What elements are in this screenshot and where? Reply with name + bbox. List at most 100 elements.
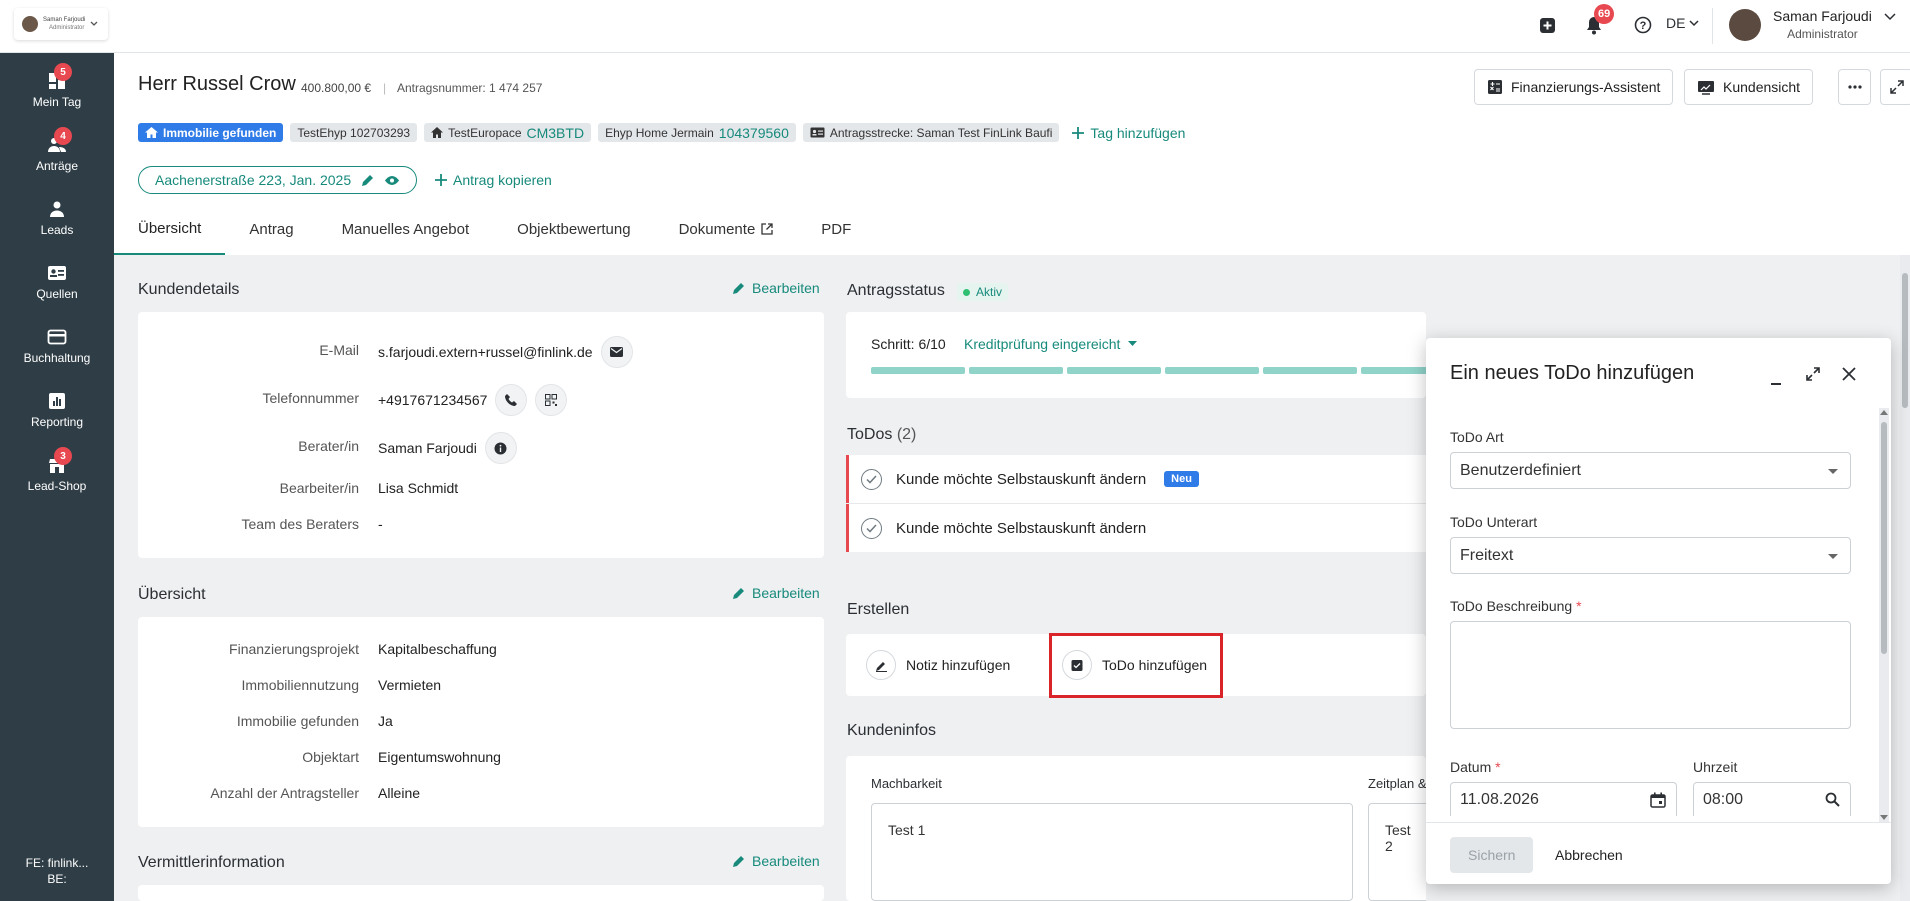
todo-type-select[interactable]: Benutzerdefiniert	[1450, 452, 1851, 489]
organization-switcher[interactable]: Saman Farjoudi Administrator	[14, 8, 108, 40]
todos-title: ToDos (2)	[847, 426, 916, 444]
sidebar-badge: 5	[54, 63, 72, 81]
add-todo-button[interactable]: ToDo hinzufügen	[1062, 650, 1207, 680]
complete-todo-checkbox[interactable]	[861, 517, 882, 539]
sidebar-item-reporting[interactable]: Reporting	[0, 373, 114, 437]
scroll-up-arrow-icon[interactable]	[1880, 410, 1888, 415]
org-name: Saman Farjoudi	[43, 17, 86, 23]
check-icon	[866, 523, 877, 533]
fullscreen-button[interactable]	[1880, 69, 1910, 105]
qr-code-button[interactable]	[535, 384, 568, 416]
sidebar-item-lead-shop[interactable]: Lead-Shop 3	[0, 437, 114, 501]
add-note-button[interactable]: Notiz hinzufügen	[866, 650, 1010, 680]
more-options-button[interactable]	[1838, 69, 1871, 105]
time-label: Uhrzeit	[1693, 759, 1738, 775]
tab-antrag[interactable]: Antrag	[225, 203, 317, 255]
tab-label: Objektbewertung	[517, 220, 631, 238]
schedule-textarea[interactable]: Test 2	[1368, 803, 1426, 901]
edit-overview-button[interactable]: Bearbeiten	[732, 585, 820, 601]
detail-row-processor: Bearbeiter/in Lisa Schmidt	[138, 480, 824, 500]
pencil-icon[interactable]	[361, 174, 374, 187]
tag-ehyp-home[interactable]: Ehyp Home Jermain 104379560	[598, 123, 796, 142]
tag-value: CM3BTD	[526, 124, 585, 141]
todo-subtype-select[interactable]: Freitext	[1450, 537, 1851, 574]
sidebar-item-buchhaltung[interactable]: Buchhaltung	[0, 309, 114, 373]
tag-testehyp[interactable]: TestEhyp 102703293	[290, 123, 418, 142]
user-menu[interactable]: Saman Farjoudi Administrator	[1729, 8, 1896, 41]
tab-uebersicht[interactable]: Übersicht	[114, 203, 226, 255]
tab-objektbewertung[interactable]: Objektbewertung	[493, 203, 654, 255]
scrollbar-thumb[interactable]	[1902, 273, 1908, 408]
help-icon[interactable]: ?	[1632, 14, 1654, 36]
step-dropdown[interactable]: Kreditprüfung eingereicht	[964, 336, 1138, 352]
date-input[interactable]: 11.08.2026	[1450, 782, 1677, 816]
complete-todo-checkbox[interactable]	[861, 468, 882, 490]
detail-label: Bearbeiter/in	[279, 480, 359, 496]
sidebar-item-quellen[interactable]: Quellen	[0, 245, 114, 309]
status-badge: Aktiv	[957, 283, 1009, 301]
edit-label: Bearbeiten	[752, 585, 820, 601]
overview-label: Anzahl der Antragsteller	[210, 785, 359, 801]
detail-label: Telefonnummer	[262, 390, 360, 406]
customer-view-button[interactable]: Kundensicht	[1684, 69, 1814, 105]
cancel-button[interactable]: Abbrechen	[1546, 837, 1632, 873]
time-input[interactable]: 08:00	[1693, 782, 1851, 816]
tag-testeuropace[interactable]: TestEuropace CM3BTD	[424, 123, 592, 142]
language-selector[interactable]: DE	[1666, 15, 1699, 31]
advisor-info-button[interactable]	[484, 432, 517, 464]
close-icon[interactable]	[1842, 367, 1856, 384]
add-tag-button[interactable]: Tag hinzufügen	[1072, 125, 1185, 141]
tag-route[interactable]: Antragsstrecke: Saman Test FinLink Baufi	[802, 123, 1060, 142]
sidebar-item-label: Buchhaltung	[23, 351, 91, 365]
dialog-scrollbar[interactable]	[1879, 408, 1889, 822]
sidebar-item-leads[interactable]: Leads	[0, 181, 114, 245]
user-role: Administrator	[1787, 27, 1858, 41]
tag-property-found[interactable]: Immobilie gefunden	[138, 123, 284, 142]
tag-label: Immobilie gefunden	[163, 125, 277, 140]
overview-value: Alleine	[378, 785, 421, 801]
sidebar-item-antraege[interactable]: Anträge 4	[0, 117, 114, 181]
sidebar-item-label: Quellen	[36, 287, 78, 301]
search-icon[interactable]	[1825, 792, 1840, 807]
detail-row-email: E-Mail s.farjoudi.extern+russel@finlink.…	[138, 336, 824, 368]
eye-icon[interactable]	[384, 175, 400, 186]
qr-code-icon	[545, 394, 558, 406]
add-todo-label: ToDo hinzufügen	[1102, 657, 1208, 673]
new-badge: Neu	[1164, 471, 1199, 487]
tab-label: PDF	[821, 220, 852, 238]
todo-item[interactable]: Kunde möchte Selbstauskunft ändern	[846, 504, 1426, 552]
edit-broker-button[interactable]: Bearbeiten	[732, 853, 820, 869]
financing-assistant-button[interactable]: Finanzierungs-Assistent	[1474, 69, 1674, 105]
todo-item[interactable]: Kunde möchte Selbstauskunft ändern Neu	[846, 455, 1426, 503]
pencil-icon	[733, 283, 744, 294]
address-chip[interactable]: Aachenerstraße 223, Jan. 2025	[138, 166, 418, 194]
page-scrollbar[interactable]	[1900, 255, 1910, 901]
tab-dokumente[interactable]: Dokumente	[655, 203, 798, 255]
notifications-badge: 69	[1594, 4, 1615, 24]
tab-label: Übersicht	[138, 219, 202, 237]
minimize-icon[interactable]	[1769, 372, 1783, 389]
call-button[interactable]	[495, 384, 528, 416]
feasibility-textarea[interactable]: Test 1	[871, 803, 1353, 901]
expand-icon[interactable]	[1805, 366, 1821, 385]
required-mark: *	[1576, 598, 1582, 614]
save-button[interactable]: Sichern	[1450, 837, 1534, 873]
add-note-label: Notiz hinzufügen	[906, 657, 1011, 673]
tab-manuelles-angebot[interactable]: Manuelles Angebot	[318, 203, 494, 255]
add-icon[interactable]	[1536, 14, 1558, 36]
pencil-icon	[733, 588, 744, 599]
calendar-icon[interactable]	[1650, 792, 1666, 808]
todo-type-value: Benutzerdefiniert	[1460, 461, 1581, 479]
scroll-down-arrow-icon[interactable]	[1880, 815, 1888, 820]
tag-label: TestEuropace	[448, 125, 522, 140]
scrollbar-thumb[interactable]	[1881, 422, 1887, 654]
send-email-button[interactable]	[600, 336, 633, 368]
edit-customer-details-button[interactable]: Bearbeiten	[732, 280, 820, 296]
todo-description-textarea[interactable]	[1450, 621, 1851, 729]
sidebar-item-mein-tag[interactable]: Mein Tag 5	[0, 53, 114, 117]
phone-icon	[505, 394, 518, 406]
user-name: Saman Farjoudi	[1773, 8, 1872, 24]
tab-pdf[interactable]: PDF	[797, 203, 875, 255]
detail-row-advisor: Berater/in Saman Farjoudi	[138, 432, 824, 464]
copy-application-button[interactable]: Antrag kopieren	[435, 172, 552, 188]
